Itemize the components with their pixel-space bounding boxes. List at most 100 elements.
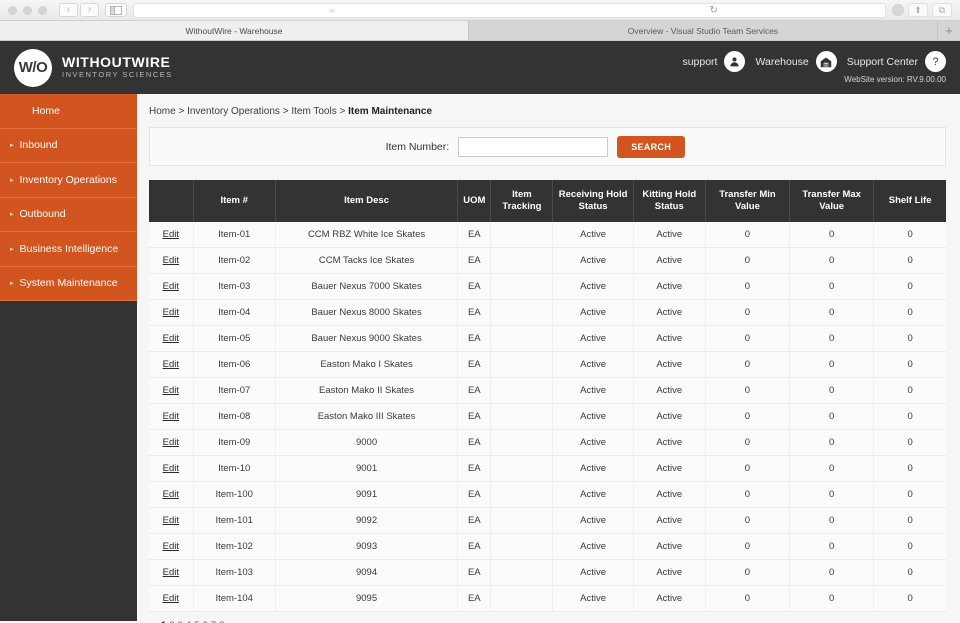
browser-tab-1[interactable]: Overview - Visual Studio Team Services [469,21,938,40]
cell-actions: Edit [149,222,193,248]
user-glyph [729,56,740,67]
user-icon [724,51,745,72]
cell-transfer-max-value: 0 [790,247,874,273]
cell-item-number: Item-104 [193,585,275,611]
cell-shelf-life: 0 [874,299,946,325]
navigation-buttons: ‹ › [59,3,99,17]
browser-tab-0[interactable]: WithoutWire - Warehouse [0,21,469,40]
edit-link[interactable]: Edit [163,281,179,292]
brand-logo[interactable]: W/O WITHOUTWIRE INVENTORY SCIENCES [14,49,173,87]
sidebar-item-system-maintenance[interactable]: ▸ System Maintenance [0,267,137,302]
cell-receiving-hold-status: Active [553,507,633,533]
sidebar-item-business-intelligence[interactable]: ▸ Business Intelligence [0,232,137,267]
cell-item-tracking [491,325,553,351]
edit-link[interactable]: Edit [163,593,179,604]
cell-actions: Edit [149,325,193,351]
browser-tab-strip: WithoutWire - Warehouse Overview - Visua… [0,21,960,41]
cell-item-desc: Bauer Nexus 8000 Skates [275,299,457,325]
cell-actions: Edit [149,403,193,429]
sidebar-item-inbound[interactable]: ▸ Inbound [0,129,137,164]
header-link-warehouse[interactable]: Warehouse [755,51,836,72]
sidebar-item-label: Inbound [20,139,58,151]
share-icon[interactable]: ⬆ [908,3,928,17]
column-header-transfer-max-value: Transfer Max Value [790,180,874,222]
cell-kitting-hold-status: Active [633,559,705,585]
maximize-window-icon[interactable] [38,6,47,15]
cell-actions: Edit [149,559,193,585]
brand-text: WITHOUTWIRE INVENTORY SCIENCES [62,55,173,80]
edit-link[interactable]: Edit [163,333,179,344]
cell-item-tracking [491,585,553,611]
cell-item-tracking [491,377,553,403]
edit-link[interactable]: Edit [163,411,179,422]
edit-link[interactable]: Edit [163,359,179,370]
cell-uom: EA [458,222,491,248]
cell-shelf-life: 0 [874,222,946,248]
edit-link[interactable]: Edit [163,567,179,578]
edit-link[interactable]: Edit [163,463,179,474]
help-icon[interactable]: ? [925,51,946,72]
download-icon[interactable] [892,4,904,16]
edit-link[interactable]: Edit [163,437,179,448]
show-tabs-icon[interactable]: ⧉ [932,3,952,17]
header-link-support[interactable]: support [682,51,745,72]
cell-item-desc: 9001 [275,455,457,481]
cell-kitting-hold-status: Active [633,222,705,248]
cell-item-desc: Easton Mako I Skates [275,351,457,377]
breadcrumb: Home > Inventory Operations > Item Tools… [137,94,960,127]
breadcrumb-item-item-tools[interactable]: Item Tools [291,106,336,117]
chevron-right-icon: ▸ [10,141,14,149]
search-button[interactable]: SEARCH [617,136,685,158]
new-tab-button[interactable]: + [938,21,960,40]
cell-item-tracking [491,455,553,481]
window-traffic-lights [8,6,47,15]
cell-shelf-life: 0 [874,559,946,585]
cell-transfer-min-value: 0 [705,325,789,351]
edit-link[interactable]: Edit [163,489,179,500]
cell-item-tracking [491,273,553,299]
cell-item-desc: 9095 [275,585,457,611]
sidebar-item-inventory-operations[interactable]: ▸ Inventory Operations [0,163,137,198]
cell-shelf-life: 0 [874,247,946,273]
cell-actions: Edit [149,507,193,533]
cell-item-number: Item-07 [193,377,275,403]
reload-icon[interactable]: ↻ [710,5,718,16]
cell-actions: Edit [149,247,193,273]
column-header-uom: UOM [458,180,491,222]
cell-kitting-hold-status: Active [633,299,705,325]
cell-shelf-life: 0 [874,429,946,455]
edit-link[interactable]: Edit [163,307,179,318]
edit-link[interactable]: Edit [163,385,179,396]
item-table-container: Item # Item Desc UOM Item Tracking Recei… [149,180,946,623]
support-label: support [682,56,717,68]
sidebar-item-home[interactable]: Home [0,94,137,129]
sidebar-item-outbound[interactable]: ▸ Outbound [0,198,137,233]
table-row: EditItem-04Bauer Nexus 8000 SkatesEAActi… [149,299,946,325]
cell-shelf-life: 0 [874,533,946,559]
breadcrumb-item-inventory-operations[interactable]: Inventory Operations [187,106,280,117]
address-bar[interactable]: ⌕ ↻ [133,3,886,18]
sidebar: Home ▸ Inbound ▸ Inventory Operations ▸ … [0,94,137,621]
cell-item-tracking [491,299,553,325]
close-window-icon[interactable] [8,6,17,15]
table-row: EditItem-03Bauer Nexus 7000 SkatesEAActi… [149,273,946,299]
edit-link[interactable]: Edit [163,229,179,240]
cell-receiving-hold-status: Active [553,429,633,455]
header-link-support-center[interactable]: Support Center ? [847,51,946,72]
sidebar-toggle-icon[interactable] [105,3,127,17]
cell-item-tracking [491,403,553,429]
cell-transfer-min-value: 0 [705,351,789,377]
edit-link[interactable]: Edit [163,541,179,552]
cell-transfer-min-value: 0 [705,222,789,248]
forward-icon[interactable]: › [80,3,99,17]
item-number-input[interactable] [458,137,608,157]
edit-link[interactable]: Edit [163,255,179,266]
edit-link[interactable]: Edit [163,515,179,526]
cell-shelf-life: 0 [874,351,946,377]
cell-shelf-life: 0 [874,481,946,507]
breadcrumb-item-home[interactable]: Home [149,106,176,117]
back-icon[interactable]: ‹ [59,3,78,17]
cell-transfer-min-value: 0 [705,455,789,481]
minimize-window-icon[interactable] [23,6,32,15]
logo-mark-icon: W/O [14,49,52,87]
